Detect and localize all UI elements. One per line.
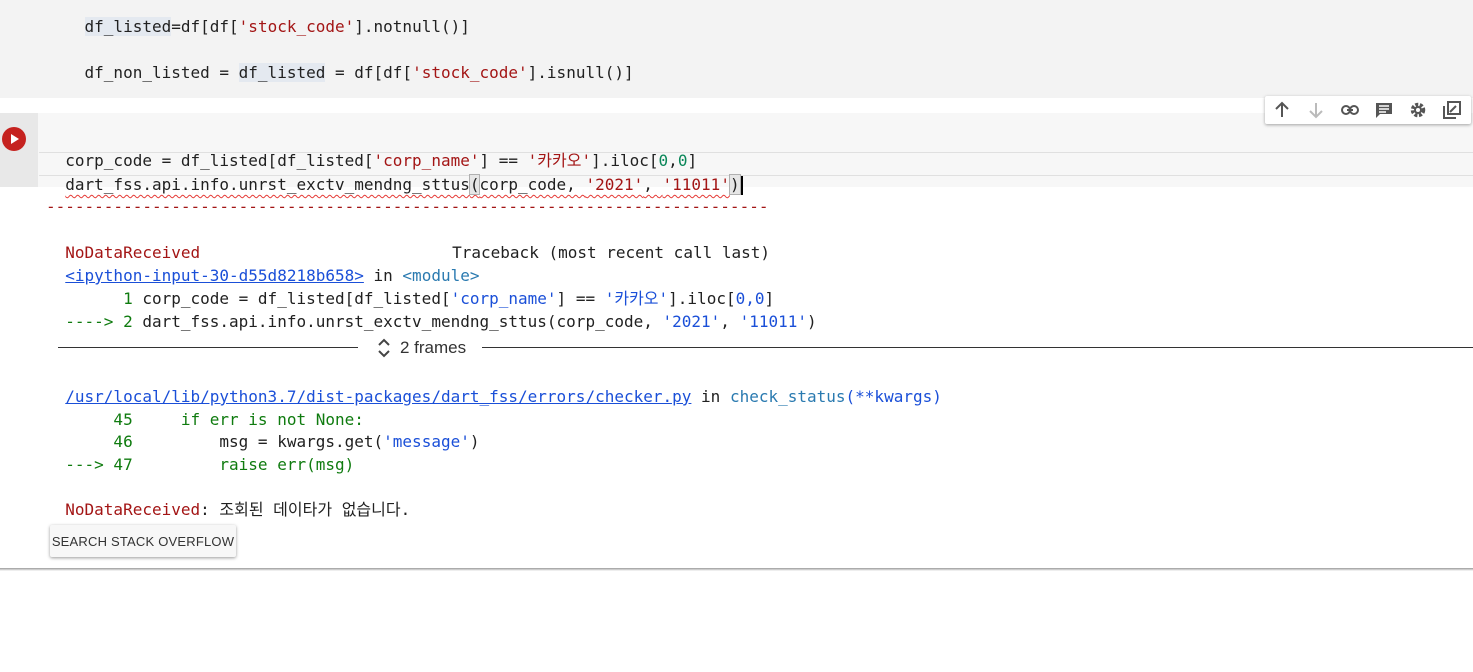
move-cell-down-button[interactable] xyxy=(1299,96,1333,124)
traceback-header: NoDataReceived Traceback (most recent cal… xyxy=(65,243,771,262)
search-stack-overflow-button[interactable]: SEARCH STACK OVERFLOW xyxy=(50,525,236,557)
mirror-cell-icon xyxy=(1443,101,1461,119)
frames-divider-right xyxy=(482,347,1473,348)
code-line: dart_fss.api.info.unrst_exctv_mendng_stt… xyxy=(46,152,743,195)
mirror-cell-button[interactable] xyxy=(1435,96,1469,124)
code-with-lint-warning: dart_fss.api.info.unrst_exctv_mendng_stt… xyxy=(65,174,730,195)
gear-icon xyxy=(1410,102,1426,118)
traceback-location: /usr/local/lib/python3.7/dist-packages/d… xyxy=(65,387,942,406)
cell-bottom-border xyxy=(0,568,1473,571)
code-line: df_listed=df[df['stock_code'].notnull()] xyxy=(84,17,470,36)
traceback-divider: ----------------------------------------… xyxy=(46,197,769,216)
traceback-line: 1 corp_code = df_listed[df_listed['corp_… xyxy=(65,289,775,308)
traceback-line-current: ----> 2 dart_fss.api.info.unrst_exctv_me… xyxy=(65,312,817,331)
traceback-line-current: ---> 47 raise err(msg) xyxy=(65,455,355,474)
link-cell-button[interactable] xyxy=(1333,96,1367,124)
code-line: df_non_listed = df_listed = df[df['stock… xyxy=(84,63,634,82)
cell-gutter xyxy=(0,113,38,187)
expand-collapse-icon xyxy=(378,338,390,358)
play-icon xyxy=(11,134,19,144)
collapsed-frames-toggle[interactable]: 2 frames xyxy=(58,336,1473,360)
add-comment-button[interactable] xyxy=(1367,96,1401,124)
text-caret xyxy=(740,176,743,195)
arrow-down-icon xyxy=(1309,103,1323,119)
previous-code-cell[interactable]: df_listed=df[df['stock_code'].notnull()]… xyxy=(0,0,1473,98)
cell-settings-button[interactable] xyxy=(1401,96,1435,124)
link-icon xyxy=(1341,105,1359,115)
traceback-line: 46 msg = kwargs.get('message') xyxy=(65,432,480,451)
frames-divider-left xyxy=(58,347,358,348)
traceback-line: 45 if err is not None: xyxy=(65,410,364,429)
run-cell-button[interactable] xyxy=(2,127,26,151)
traceback-location: <ipython-input-30-d55d8218b658> in <modu… xyxy=(65,266,480,285)
move-cell-up-button[interactable] xyxy=(1265,96,1299,124)
arrow-up-icon xyxy=(1275,101,1289,117)
code-line: corp_code = df_listed[df_listed['corp_na… xyxy=(65,151,698,170)
cell-toolbar xyxy=(1265,96,1471,124)
frames-label: 2 frames xyxy=(400,338,467,357)
comment-icon xyxy=(1376,103,1392,118)
error-message: NoDataReceived: 조회된 데이타가 없습니다. xyxy=(65,500,411,519)
